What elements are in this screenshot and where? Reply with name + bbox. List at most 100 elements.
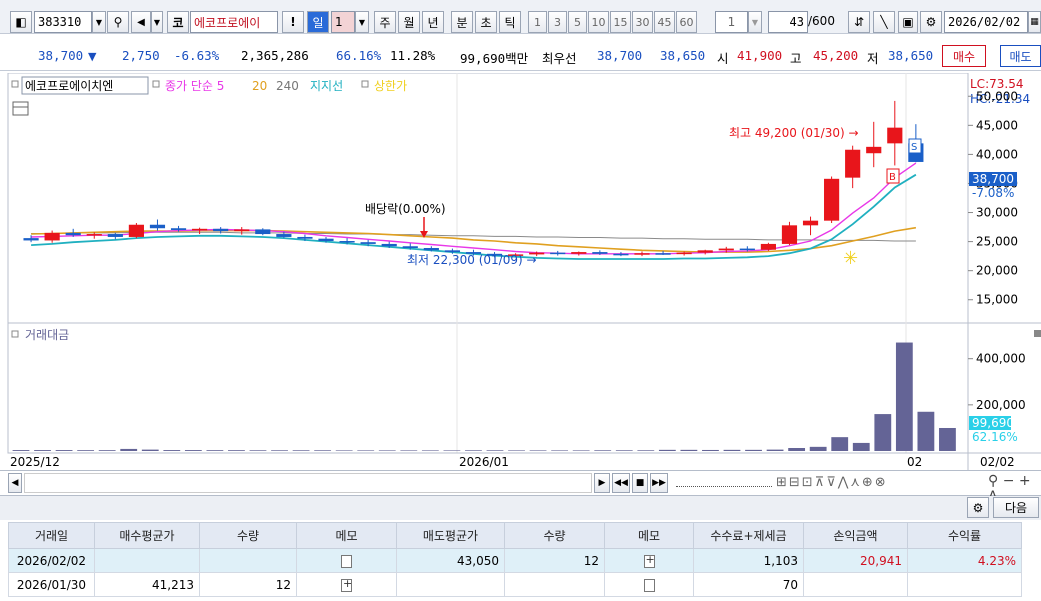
row-sell-avg	[396, 572, 505, 597]
col-sell-avg[interactable]: 매도평균가	[396, 522, 505, 549]
candle-body	[360, 242, 376, 244]
zoom-slider[interactable]	[676, 479, 772, 487]
table-view-icon[interactable]	[12, 101, 29, 116]
interval-30[interactable]: 30	[632, 11, 653, 33]
period-second-button[interactable]: 초	[475, 11, 497, 33]
period-month-button[interactable]: 월	[398, 11, 420, 33]
horizontal-scrollbar[interactable]	[24, 473, 592, 493]
volume-bar	[421, 450, 439, 451]
price-tag-text: 38,700	[972, 172, 1014, 186]
draw-icon[interactable]: ╲	[873, 11, 895, 33]
alert-button[interactable]: !	[282, 11, 304, 33]
speaker-dropdown-icon[interactable]: ▼	[151, 11, 163, 33]
sell-button[interactable]: 매도	[1000, 45, 1041, 67]
x-label-feb: 02	[907, 455, 922, 469]
open-label: 시	[717, 51, 729, 66]
stop-icon[interactable]: ■	[632, 473, 648, 493]
high-annotation: 최고 49,200 (01/30) →	[729, 126, 859, 140]
candle-body	[655, 253, 671, 255]
save-icon[interactable]: ▣	[898, 11, 918, 33]
period-day-button[interactable]: 일	[307, 11, 329, 33]
rewind-icon[interactable]: ◀◀	[612, 473, 630, 493]
date-field[interactable]: 2026/02/02	[944, 11, 1028, 33]
period-minute-button[interactable]: 분	[451, 11, 473, 33]
interval-field[interactable]: 1	[715, 11, 748, 33]
col-rate[interactable]: 수익률	[907, 522, 1022, 549]
volume: 2,365,286	[241, 48, 309, 63]
period-week-button[interactable]: 주	[374, 11, 396, 33]
period-year-button[interactable]: 년	[422, 11, 444, 33]
speaker-icon[interactable]: ◀	[131, 11, 151, 33]
day-count-field[interactable]: 1	[331, 11, 355, 33]
interval-5[interactable]: 5	[568, 11, 587, 33]
candle-body	[402, 246, 418, 248]
x-label-dec: 2025/12	[10, 455, 60, 469]
volume-bar	[206, 450, 224, 451]
next-button[interactable]: 다음	[993, 497, 1039, 518]
play-icon[interactable]: ▶	[594, 473, 610, 493]
col-buy-memo[interactable]: 메모	[296, 522, 397, 549]
table-gear-icon[interactable]: ⚙	[967, 497, 989, 518]
interval-15[interactable]: 15	[610, 11, 631, 33]
compare-icon[interactable]: ⇵	[848, 11, 870, 33]
interval-3[interactable]: 3	[548, 11, 567, 33]
candle-body	[697, 250, 713, 253]
upper-limit-star-icon: ✳	[843, 248, 858, 269]
interval-dropdown-icon[interactable]: ▼	[748, 11, 762, 33]
low-price: 38,650	[888, 48, 934, 63]
col-sell-memo[interactable]: 메모	[604, 522, 694, 549]
search-icon[interactable]: ⚲	[107, 11, 129, 33]
volume-bar	[852, 442, 870, 451]
col-date[interactable]: 거래일	[8, 522, 95, 549]
col-fee[interactable]: 수수료+제세금	[693, 522, 804, 549]
calendar-icon[interactable]: ▦	[1028, 11, 1041, 33]
volume-bar	[12, 450, 30, 451]
candle-body	[65, 232, 81, 236]
candle-body	[718, 248, 734, 251]
col-pnl[interactable]: 손익금액	[803, 522, 908, 549]
volume-bar	[314, 450, 332, 451]
candle-body	[297, 236, 313, 239]
period-tick-button[interactable]: 틱	[499, 11, 521, 33]
drawing-tools-icons[interactable]: ⊞⊟⊡⊼⊽⋀⋏⊕⊗	[776, 475, 888, 490]
volume-bar	[141, 449, 159, 451]
interval-60[interactable]: 60	[676, 11, 697, 33]
gear-icon[interactable]: ⚙	[920, 11, 942, 33]
row-date: 2026/01/30	[8, 572, 95, 597]
col-buy-avg[interactable]: 매수평균가	[94, 522, 200, 549]
scroll-left-icon[interactable]: ◀	[8, 473, 22, 493]
price-chart[interactable]: 에코프로에이치엔 종가 단순 5 20 240 지지선 상한가 LC:73.54…	[0, 73, 1041, 470]
interval-1[interactable]: 1	[528, 11, 547, 33]
best-label: 최우선	[542, 51, 577, 66]
layout-icon[interactable]: ◧	[10, 11, 32, 33]
y-tick-label: 15,000	[976, 293, 1018, 307]
table-row[interactable]: 2026/01/30 41,213 12 70	[8, 572, 1022, 597]
col-buy-qty[interactable]: 수량	[199, 522, 297, 549]
table-row[interactable]: 2026/02/02 43,050 12 1,103 20,941 4.23%	[8, 548, 1022, 573]
memo-icon[interactable]	[296, 548, 397, 573]
volume-bar	[615, 450, 633, 451]
day-dropdown-icon[interactable]: ▼	[355, 11, 369, 33]
pane-close-icon[interactable]	[1034, 330, 1041, 337]
fast-forward-icon[interactable]: ▶▶	[650, 473, 668, 493]
candle-body	[170, 228, 187, 230]
y-tick-label: 25,000	[976, 235, 1018, 249]
memo-add-icon[interactable]	[604, 548, 694, 573]
memo-icon[interactable]	[604, 572, 694, 597]
row-buy-avg: 41,213	[94, 572, 200, 597]
stock-name-field[interactable]: 에코프로에이	[190, 11, 278, 33]
memo-add-icon[interactable]	[296, 572, 397, 597]
y-tick-label: 45,000	[976, 118, 1018, 132]
buy-button[interactable]: 매수	[942, 45, 986, 67]
col-sell-qty[interactable]: 수량	[504, 522, 605, 549]
interval-10[interactable]: 10	[588, 11, 609, 33]
code-dropdown-icon[interactable]: ▼	[92, 11, 106, 33]
trade-amount: 99,690백만	[460, 51, 529, 66]
count-field[interactable]: 43	[768, 11, 808, 33]
interval-45[interactable]: 45	[654, 11, 675, 33]
buy-marker-label: B	[889, 172, 896, 183]
stock-code-input[interactable]: 383310	[34, 11, 92, 33]
volume-bar	[874, 414, 892, 451]
dividend-annotation: 배당락(0.00%)	[365, 202, 446, 216]
row-rate	[907, 572, 1022, 597]
